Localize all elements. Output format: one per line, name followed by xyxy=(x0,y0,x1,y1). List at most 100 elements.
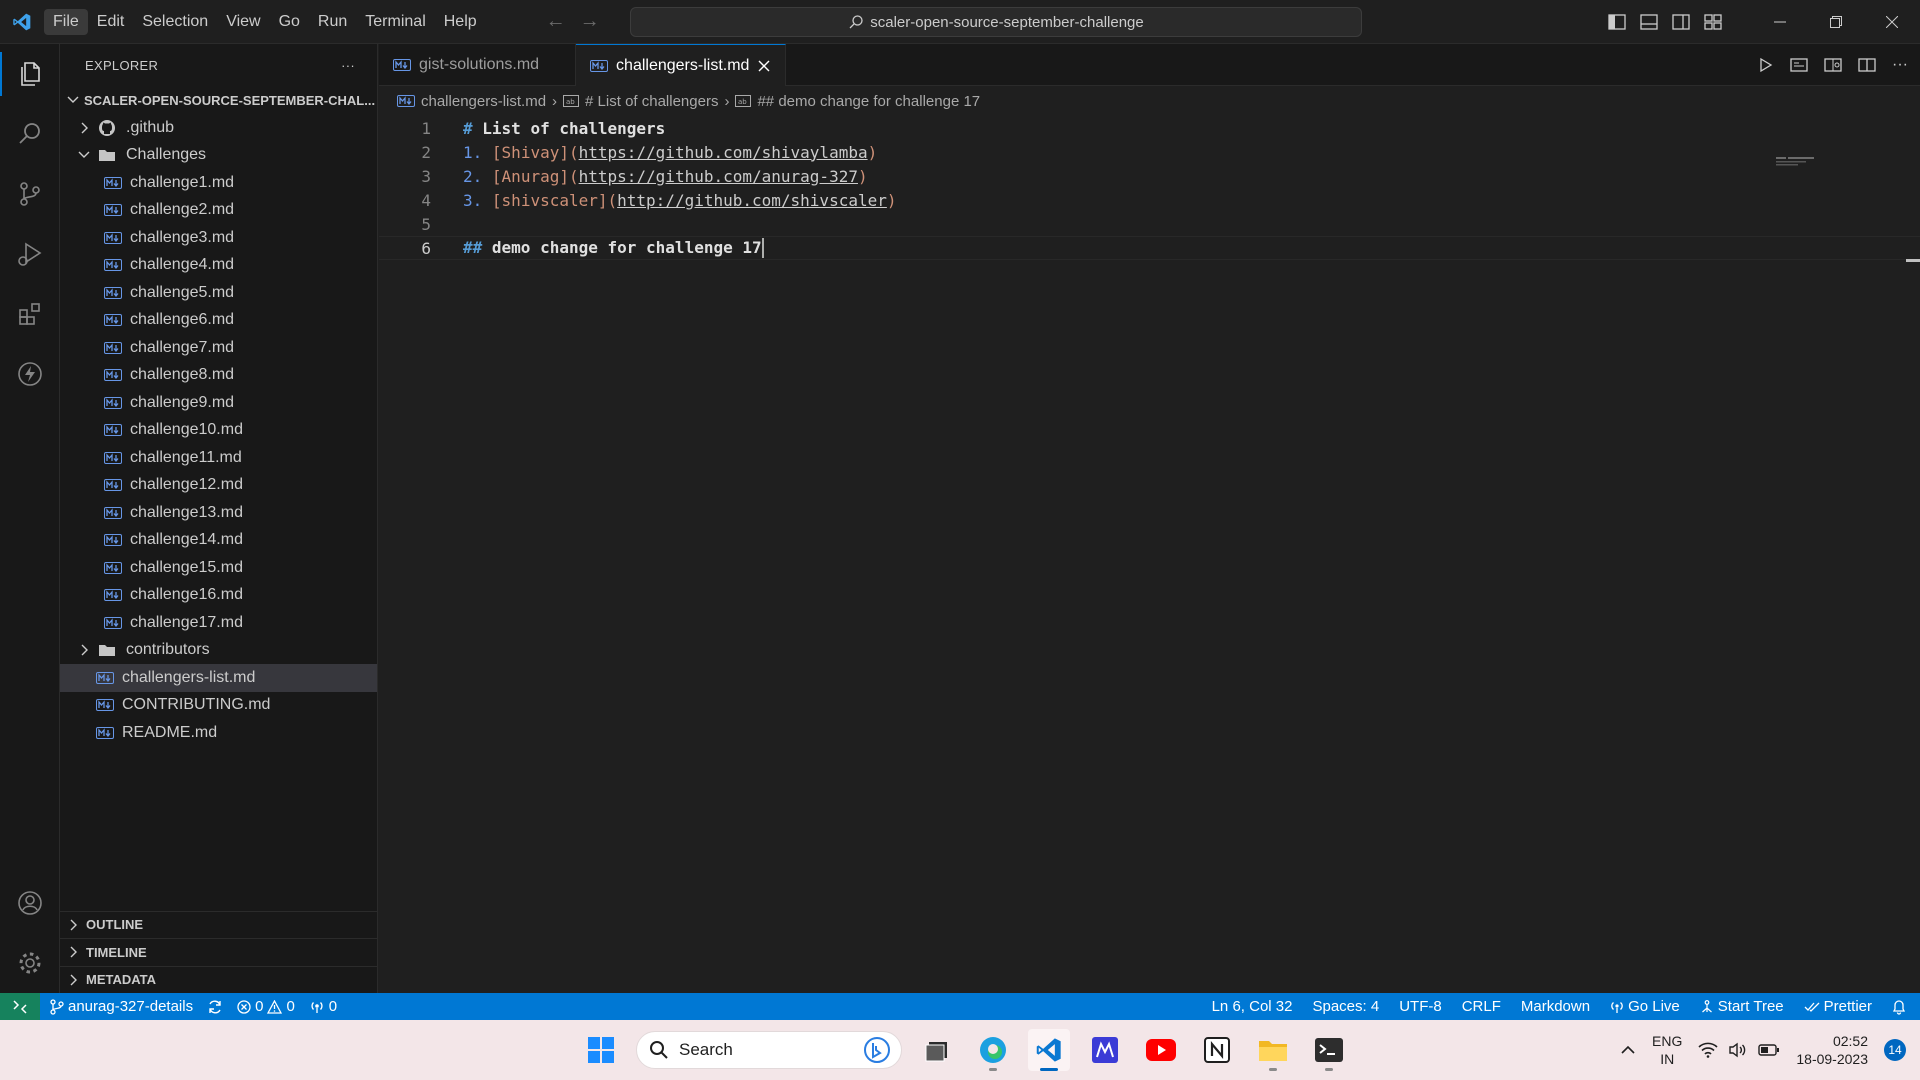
link-url[interactable]: https://github.com/shivaylamba xyxy=(579,143,868,162)
start-button[interactable] xyxy=(580,1029,622,1071)
timeline-section[interactable]: TIMELINE xyxy=(60,938,378,966)
menu-file[interactable]: File xyxy=(44,8,88,35)
file-item[interactable]: challenge8.md xyxy=(60,362,377,390)
file-item[interactable]: challenge6.md xyxy=(60,307,377,335)
file-item[interactable]: CONTRIBUTING.md xyxy=(60,692,377,720)
go-live-button[interactable]: Go Live xyxy=(1610,998,1680,1015)
quick-settings[interactable] xyxy=(1698,1042,1780,1058)
breadcrumb-heading1[interactable]: # List of challengers xyxy=(585,93,718,110)
file-item[interactable]: challenge9.md xyxy=(60,389,377,417)
language-mode[interactable]: Markdown xyxy=(1521,998,1590,1015)
tab-challengers-list[interactable]: challengers-list.md xyxy=(576,44,787,86)
more-actions-icon[interactable]: ··· xyxy=(341,58,355,73)
restore-button[interactable] xyxy=(1808,0,1864,44)
taskbar-notion[interactable] xyxy=(1196,1029,1238,1071)
file-item[interactable]: challenge14.md xyxy=(60,527,377,555)
file-item[interactable]: challenge10.md xyxy=(60,417,377,445)
start-tree-button[interactable]: Start Tree xyxy=(1700,998,1784,1015)
breadcrumb-file[interactable]: challengers-list.md xyxy=(421,93,546,110)
folder-item[interactable]: .github xyxy=(60,114,377,142)
close-window-button[interactable] xyxy=(1864,0,1920,44)
branch-indicator[interactable]: anurag-327-details xyxy=(50,998,193,1015)
toggle-primary-sidebar-icon[interactable] xyxy=(1608,14,1626,30)
customize-layout-icon[interactable] xyxy=(1704,14,1722,30)
link-url[interactable]: http://github.com/shivscaler xyxy=(617,191,887,210)
folder-item[interactable]: Challenges xyxy=(60,142,377,170)
clock[interactable]: 02:52 18-09-2023 xyxy=(1796,1032,1868,1068)
menu-terminal[interactable]: Terminal xyxy=(356,9,434,35)
taskbar-youtube[interactable] xyxy=(1140,1029,1182,1071)
taskbar-search[interactable]: Search xyxy=(636,1031,902,1069)
breadcrumb-heading2[interactable]: ## demo change for challenge 17 xyxy=(757,93,980,110)
more-actions-icon[interactable]: ··· xyxy=(1892,56,1908,74)
folder-item[interactable]: contributors xyxy=(60,637,377,665)
tab-gist-solutions[interactable]: gist-solutions.md xyxy=(379,44,577,86)
activity-explorer[interactable] xyxy=(0,44,60,104)
activity-accounts[interactable] xyxy=(0,873,60,933)
file-item[interactable]: challenge13.md xyxy=(60,499,377,527)
minimap[interactable] xyxy=(1776,157,1820,167)
split-editor-icon[interactable] xyxy=(1858,57,1876,73)
forward-arrow-icon[interactable]: → xyxy=(580,10,600,33)
activity-search[interactable] xyxy=(0,104,60,164)
file-item[interactable]: challenge7.md xyxy=(60,334,377,362)
minimize-button[interactable] xyxy=(1752,0,1808,44)
back-arrow-icon[interactable]: ← xyxy=(546,10,566,33)
file-item[interactable]: challenge16.md xyxy=(60,582,377,610)
end-of-line[interactable]: CRLF xyxy=(1462,998,1501,1015)
file-item[interactable]: challenge1.md xyxy=(60,169,377,197)
run-icon[interactable] xyxy=(1758,57,1774,73)
code-editor[interactable]: 1 # List of challengers 2 1. [Shivay](ht… xyxy=(379,116,1920,260)
bell-icon[interactable] xyxy=(1892,999,1906,1015)
menu-selection[interactable]: Selection xyxy=(133,9,217,35)
prettier-button[interactable]: Prettier xyxy=(1804,998,1872,1015)
menu-edit[interactable]: Edit xyxy=(88,9,134,35)
file-item[interactable]: challenge5.md xyxy=(60,279,377,307)
link-url[interactable]: https://github.com/anurag-327 xyxy=(579,167,858,186)
workspace-folder-header[interactable]: SCALER-OPEN-SOURCE-SEPTEMBER-CHAL... xyxy=(60,86,377,114)
taskbar-task-view[interactable] xyxy=(916,1029,958,1071)
file-item[interactable]: challenge15.md xyxy=(60,554,377,582)
toggle-secondary-sidebar-icon[interactable] xyxy=(1672,14,1690,30)
menu-go[interactable]: Go xyxy=(270,9,309,35)
cursor-position[interactable]: Ln 6, Col 32 xyxy=(1212,998,1293,1015)
file-item[interactable]: challenge3.md xyxy=(60,224,377,252)
file-item[interactable]: challengers-list.md xyxy=(60,664,377,692)
activity-manage[interactable] xyxy=(0,933,60,993)
file-item[interactable]: challenge2.md xyxy=(60,197,377,225)
menu-view[interactable]: View xyxy=(217,9,269,35)
file-item[interactable]: challenge17.md xyxy=(60,609,377,637)
file-item[interactable]: challenge11.md xyxy=(60,444,377,472)
metadata-section[interactable]: METADATA xyxy=(60,965,378,994)
taskbar-edge[interactable] xyxy=(972,1029,1014,1071)
indentation[interactable]: Spaces: 4 xyxy=(1312,998,1379,1015)
activity-source-control[interactable] xyxy=(0,164,60,224)
open-preview-icon[interactable] xyxy=(1790,57,1808,73)
activity-thunder-client[interactable] xyxy=(0,344,60,404)
menu-help[interactable]: Help xyxy=(435,9,486,35)
taskbar-vscode[interactable] xyxy=(1028,1029,1070,1071)
input-language[interactable]: ENG IN xyxy=(1652,1032,1682,1068)
close-icon[interactable] xyxy=(757,59,771,73)
taskbar-file-explorer[interactable] xyxy=(1252,1029,1294,1071)
activity-extensions[interactable] xyxy=(0,284,60,344)
sync-icon[interactable] xyxy=(207,999,223,1015)
taskbar-terminal[interactable] xyxy=(1308,1029,1350,1071)
outline-section[interactable]: OUTLINE xyxy=(60,910,378,939)
ports-indicator[interactable]: 0 xyxy=(309,998,337,1015)
activity-run-debug[interactable] xyxy=(0,224,60,284)
command-center-search[interactable]: scaler-open-source-september-challenge xyxy=(630,7,1362,37)
file-item[interactable]: challenge4.md xyxy=(60,252,377,280)
remote-indicator[interactable] xyxy=(0,993,40,1020)
preview-to-side-icon[interactable] xyxy=(1824,57,1842,73)
notification-badge[interactable]: 14 xyxy=(1884,1039,1906,1061)
vscode-logo-icon[interactable] xyxy=(0,0,44,44)
file-item[interactable]: challenge12.md xyxy=(60,472,377,500)
taskbar-app-purple[interactable] xyxy=(1084,1029,1126,1071)
problems-indicator[interactable]: 0 0 xyxy=(237,998,295,1015)
menu-run[interactable]: Run xyxy=(309,9,356,35)
encoding[interactable]: UTF-8 xyxy=(1399,998,1442,1015)
chevron-up-icon[interactable] xyxy=(1620,1042,1636,1058)
file-item[interactable]: README.md xyxy=(60,719,377,747)
toggle-panel-icon[interactable] xyxy=(1640,14,1658,30)
